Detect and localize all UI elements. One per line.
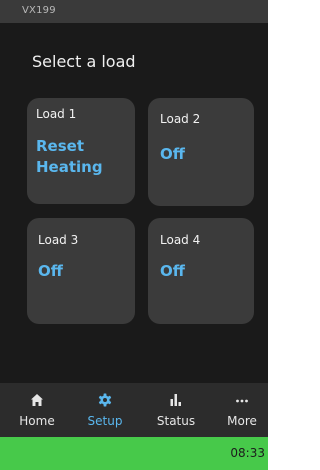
nav-label: Status [156, 414, 196, 428]
load-tile-4[interactable]: Load 4 Off [148, 218, 254, 324]
load-status: Off [160, 262, 185, 280]
more-dots-icon [216, 393, 268, 409]
load-status: Reset Heating [36, 137, 103, 176]
load-name: Load 4 [160, 233, 201, 247]
load-tile-2[interactable]: Load 2 Off [148, 98, 254, 206]
home-icon [7, 393, 67, 409]
nav-label: Home [19, 414, 55, 428]
screen: VX199 Select a load Load 1 Reset Heating… [0, 0, 268, 470]
gear-icon [75, 393, 135, 409]
nav-setup-button[interactable]: Setup [75, 383, 135, 437]
load-tile-1[interactable]: Load 1 Reset Heating [27, 98, 135, 204]
nav-label: More [227, 414, 257, 428]
load-tile-3[interactable]: Load 3 Off [27, 218, 135, 324]
load-status: Off [38, 262, 63, 280]
device-name: VX199 [22, 5, 56, 16]
page-title: Select a load [32, 52, 136, 71]
footer-bar: 08:33 [0, 437, 268, 470]
nav-status-button[interactable]: Status [146, 383, 206, 437]
load-name: Load 2 [160, 112, 201, 126]
bar-chart-icon [146, 393, 206, 409]
clock: 08:33 [230, 446, 265, 460]
load-status: Off [160, 145, 185, 163]
load-name: Load 1 [36, 107, 77, 121]
nav-home-button[interactable]: Home [7, 383, 67, 437]
status-bar: VX199 [0, 0, 268, 23]
load-name: Load 3 [38, 233, 79, 247]
bottom-nav: Home Setup Status More [0, 383, 268, 437]
nav-label: Setup [87, 414, 123, 428]
nav-more-button[interactable]: More [216, 383, 268, 437]
